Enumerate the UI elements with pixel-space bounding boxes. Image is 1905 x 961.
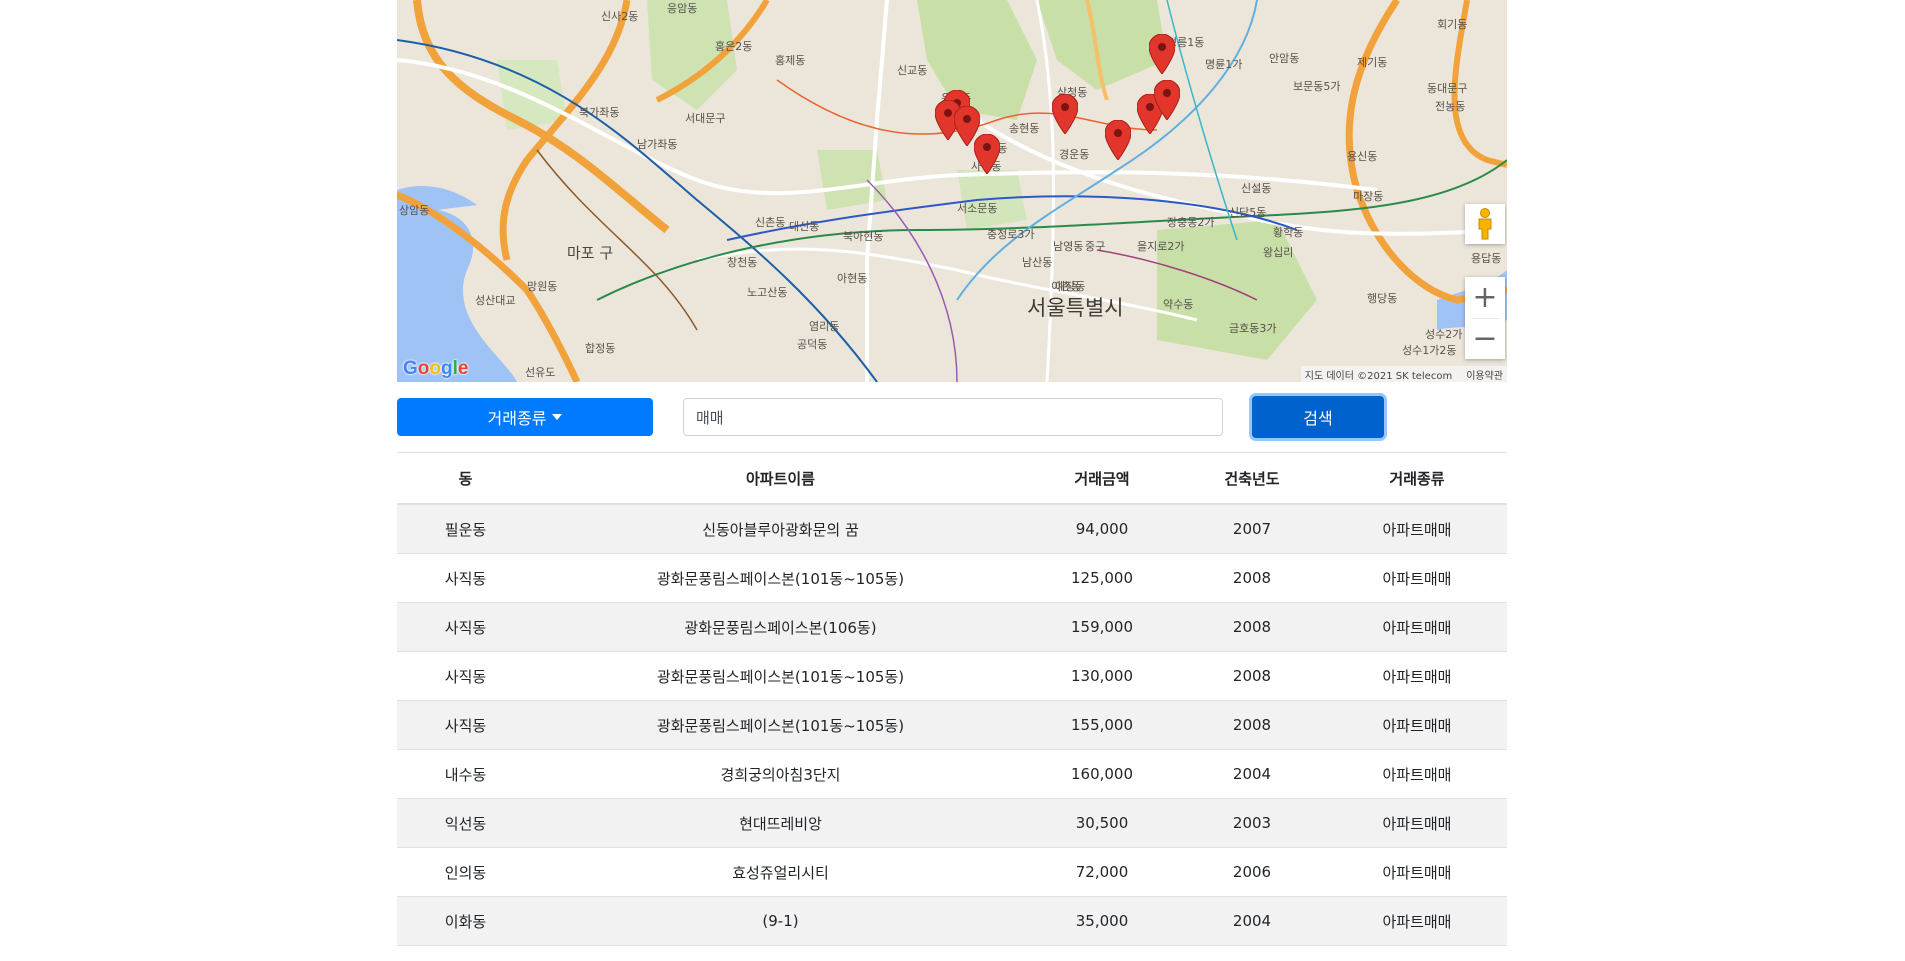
cell-price: 30,500 <box>1027 798 1177 848</box>
cell-dong: 사직동 <box>397 553 534 603</box>
cell-apartment-name: 광화문풍림스페이스본(106동) <box>534 602 1027 652</box>
cell-dong: 내수동 <box>397 749 534 799</box>
cell-trade-type: 아파트매매 <box>1327 503 1507 554</box>
cell-dong: 인의동 <box>397 847 534 897</box>
street-view-pegman[interactable] <box>1465 204 1505 244</box>
cell-trade-type: 아파트매매 <box>1327 847 1507 897</box>
cell-apartment-name: 광화문풍림스페이스본(101동~105동) <box>534 651 1027 701</box>
table-row[interactable]: 내수동 경희궁의아침3단지 160,000 2004 아파트매매 <box>397 749 1507 799</box>
map-marker[interactable] <box>1154 80 1180 120</box>
cell-build-year: 2004 <box>1177 749 1327 799</box>
map-marker[interactable] <box>1052 94 1078 134</box>
map-marker[interactable] <box>1149 34 1175 74</box>
map-marker[interactable] <box>974 134 1000 174</box>
zoom-control: + − <box>1465 277 1505 359</box>
cell-build-year: 2008 <box>1177 700 1327 750</box>
header-trade-type: 거래종류 <box>1327 452 1507 505</box>
cell-apartment-name: 경희궁의아침3단지 <box>534 749 1027 799</box>
cell-trade-type: 아파트매매 <box>1327 798 1507 848</box>
header-apartment-name: 아파트이름 <box>534 452 1027 505</box>
cell-price: 160,000 <box>1027 749 1177 799</box>
table-row[interactable]: 필운동 신동아블루아광화문의 꿈 94,000 2007 아파트매매 <box>397 503 1507 554</box>
cell-trade-type: 아파트매매 <box>1327 651 1507 701</box>
map-base <box>397 0 1507 382</box>
zoom-out-button[interactable]: − <box>1465 318 1505 359</box>
cell-trade-type: 아파트매매 <box>1327 896 1507 946</box>
trade-type-dropdown-button[interactable]: 거래종류 <box>397 398 653 436</box>
table-row[interactable]: 사직동 광화문풍림스페이스본(101동~105동) 125,000 2008 아… <box>397 553 1507 603</box>
table-row[interactable]: 인의동 효성쥬얼리시티 72,000 2006 아파트매매 <box>397 847 1507 897</box>
cell-price: 155,000 <box>1027 700 1177 750</box>
cell-apartment-name: 현대뜨레비앙 <box>534 798 1027 848</box>
cell-apartment-name: 광화문풍림스페이스본(101동~105동) <box>534 553 1027 603</box>
pegman-icon <box>1478 208 1492 240</box>
header-build-year: 건축년도 <box>1177 452 1327 505</box>
cell-apartment-name: 효성쥬얼리시티 <box>534 847 1027 897</box>
cell-dong: 사직동 <box>397 651 534 701</box>
table-row[interactable]: 익선동 현대뜨레비앙 30,500 2003 아파트매매 <box>397 798 1507 848</box>
cell-dong: 사직동 <box>397 700 534 750</box>
google-logo: Google <box>403 358 469 379</box>
cell-apartment-name: (9-1) <box>534 896 1027 946</box>
map-marker[interactable] <box>1105 120 1131 160</box>
attribution-text: 지도 데이터 ©2021 SK telecom <box>1304 370 1453 382</box>
table-row[interactable]: 사직동 광화문풍림스페이스본(101동~105동) 155,000 2008 아… <box>397 700 1507 750</box>
header-price: 거래금액 <box>1027 452 1177 505</box>
cell-dong: 사직동 <box>397 602 534 652</box>
zoom-in-button[interactable]: + <box>1465 277 1505 318</box>
table-body: 필운동 신동아블루아광화문의 꿈 94,000 2007 아파트매매 사직동 광… <box>397 503 1507 946</box>
cell-trade-type: 아파트매매 <box>1327 553 1507 603</box>
cell-build-year: 2004 <box>1177 896 1327 946</box>
transaction-table: 동 아파트이름 거래금액 건축년도 거래종류 필운동 신동아블루아광화문의 꿈 … <box>397 452 1507 946</box>
search-button[interactable]: 검색 <box>1252 396 1384 438</box>
map-attribution: 지도 데이터 ©2021 SK telecom 이용약관 <box>1300 366 1507 382</box>
cell-build-year: 2007 <box>1177 503 1327 554</box>
terms-link[interactable]: 이용약관 <box>1466 367 1503 382</box>
trade-type-label: 거래종류 <box>487 409 547 428</box>
search-bar: 거래종류 검색 <box>397 382 1507 452</box>
map-view[interactable]: 서울특별시 마포 구 서대문구 중구 동대문구 전농동 성산대교 신사2동 응암… <box>397 0 1507 382</box>
cell-build-year: 2008 <box>1177 651 1327 701</box>
page-container: 서울특별시 마포 구 서대문구 중구 동대문구 전농동 성산대교 신사2동 응암… <box>397 0 1507 946</box>
table-row[interactable]: 이화동 (9-1) 35,000 2004 아파트매매 <box>397 896 1507 946</box>
cell-price: 125,000 <box>1027 553 1177 603</box>
cell-price: 94,000 <box>1027 503 1177 554</box>
cell-dong: 이화동 <box>397 896 534 946</box>
cell-price: 35,000 <box>1027 896 1177 946</box>
zoom-divider <box>1471 318 1499 319</box>
cell-apartment-name: 광화문풍림스페이스본(101동~105동) <box>534 700 1027 750</box>
caret-down-icon <box>552 414 563 420</box>
table-row[interactable]: 사직동 광화문풍림스페이스본(106동) 159,000 2008 아파트매매 <box>397 602 1507 652</box>
search-input[interactable] <box>683 398 1223 436</box>
cell-build-year: 2008 <box>1177 602 1327 652</box>
cell-trade-type: 아파트매매 <box>1327 749 1507 799</box>
cell-apartment-name: 신동아블루아광화문의 꿈 <box>534 503 1027 554</box>
table-row[interactable]: 사직동 광화문풍림스페이스본(101동~105동) 130,000 2008 아… <box>397 651 1507 701</box>
cell-price: 130,000 <box>1027 651 1177 701</box>
cell-dong: 익선동 <box>397 798 534 848</box>
cell-dong: 필운동 <box>397 503 534 554</box>
cell-trade-type: 아파트매매 <box>1327 602 1507 652</box>
cell-price: 72,000 <box>1027 847 1177 897</box>
cell-build-year: 2003 <box>1177 798 1327 848</box>
cell-build-year: 2008 <box>1177 553 1327 603</box>
cell-build-year: 2006 <box>1177 847 1327 897</box>
cell-price: 159,000 <box>1027 602 1177 652</box>
table-header: 동 아파트이름 거래금액 건축년도 거래종류 <box>397 452 1507 505</box>
header-dong: 동 <box>397 452 534 505</box>
cell-trade-type: 아파트매매 <box>1327 700 1507 750</box>
